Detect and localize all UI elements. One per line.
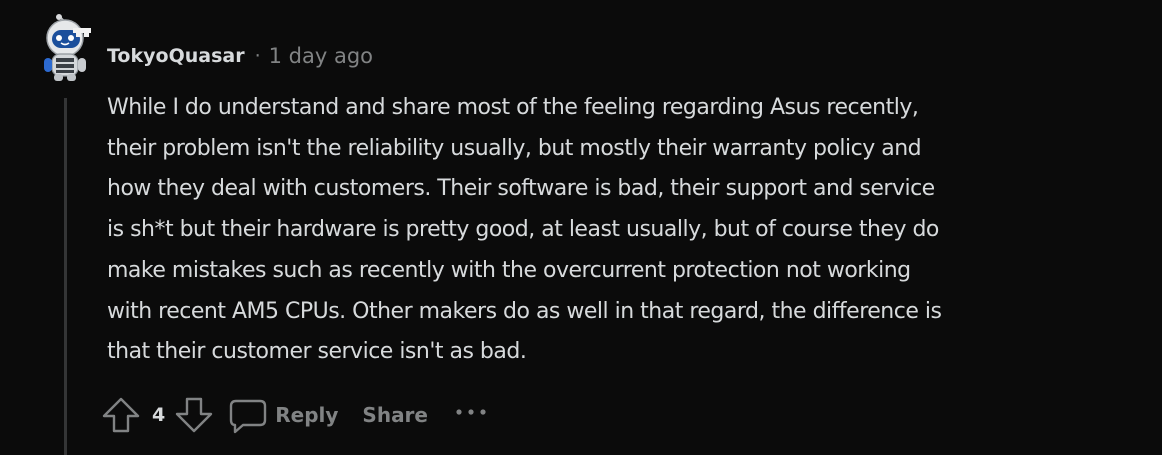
share-button[interactable]: Share bbox=[362, 403, 428, 427]
reply-label: Reply bbox=[275, 403, 339, 427]
downvote-button[interactable] bbox=[173, 394, 215, 436]
upvote-arrow-icon bbox=[102, 397, 140, 433]
avatar[interactable] bbox=[38, 14, 96, 82]
comment-actions: 4 Reply Share bbox=[100, 393, 488, 437]
thread-line[interactable] bbox=[64, 98, 67, 455]
timestamp[interactable]: 1 day ago bbox=[269, 44, 373, 68]
share-label: Share bbox=[362, 403, 428, 427]
username[interactable]: TokyoQuasar bbox=[107, 45, 245, 67]
vote-count: 4 bbox=[152, 404, 166, 426]
snoo-avatar-icon bbox=[44, 14, 91, 81]
downvote-arrow-icon bbox=[176, 397, 213, 433]
comment: TokyoQuasar · 1 day ago While I do under… bbox=[0, 0, 1162, 455]
upvote-button[interactable] bbox=[100, 394, 142, 436]
reply-button[interactable]: Reply bbox=[227, 395, 338, 435]
comment-meta: TokyoQuasar · 1 day ago bbox=[107, 40, 373, 72]
more-options-button[interactable] bbox=[454, 406, 488, 418]
speech-bubble-icon bbox=[230, 399, 267, 434]
ellipsis-icon bbox=[456, 409, 486, 415]
meta-separator: · bbox=[254, 45, 261, 67]
comment-body: While I do understand and share most of … bbox=[107, 95, 942, 365]
